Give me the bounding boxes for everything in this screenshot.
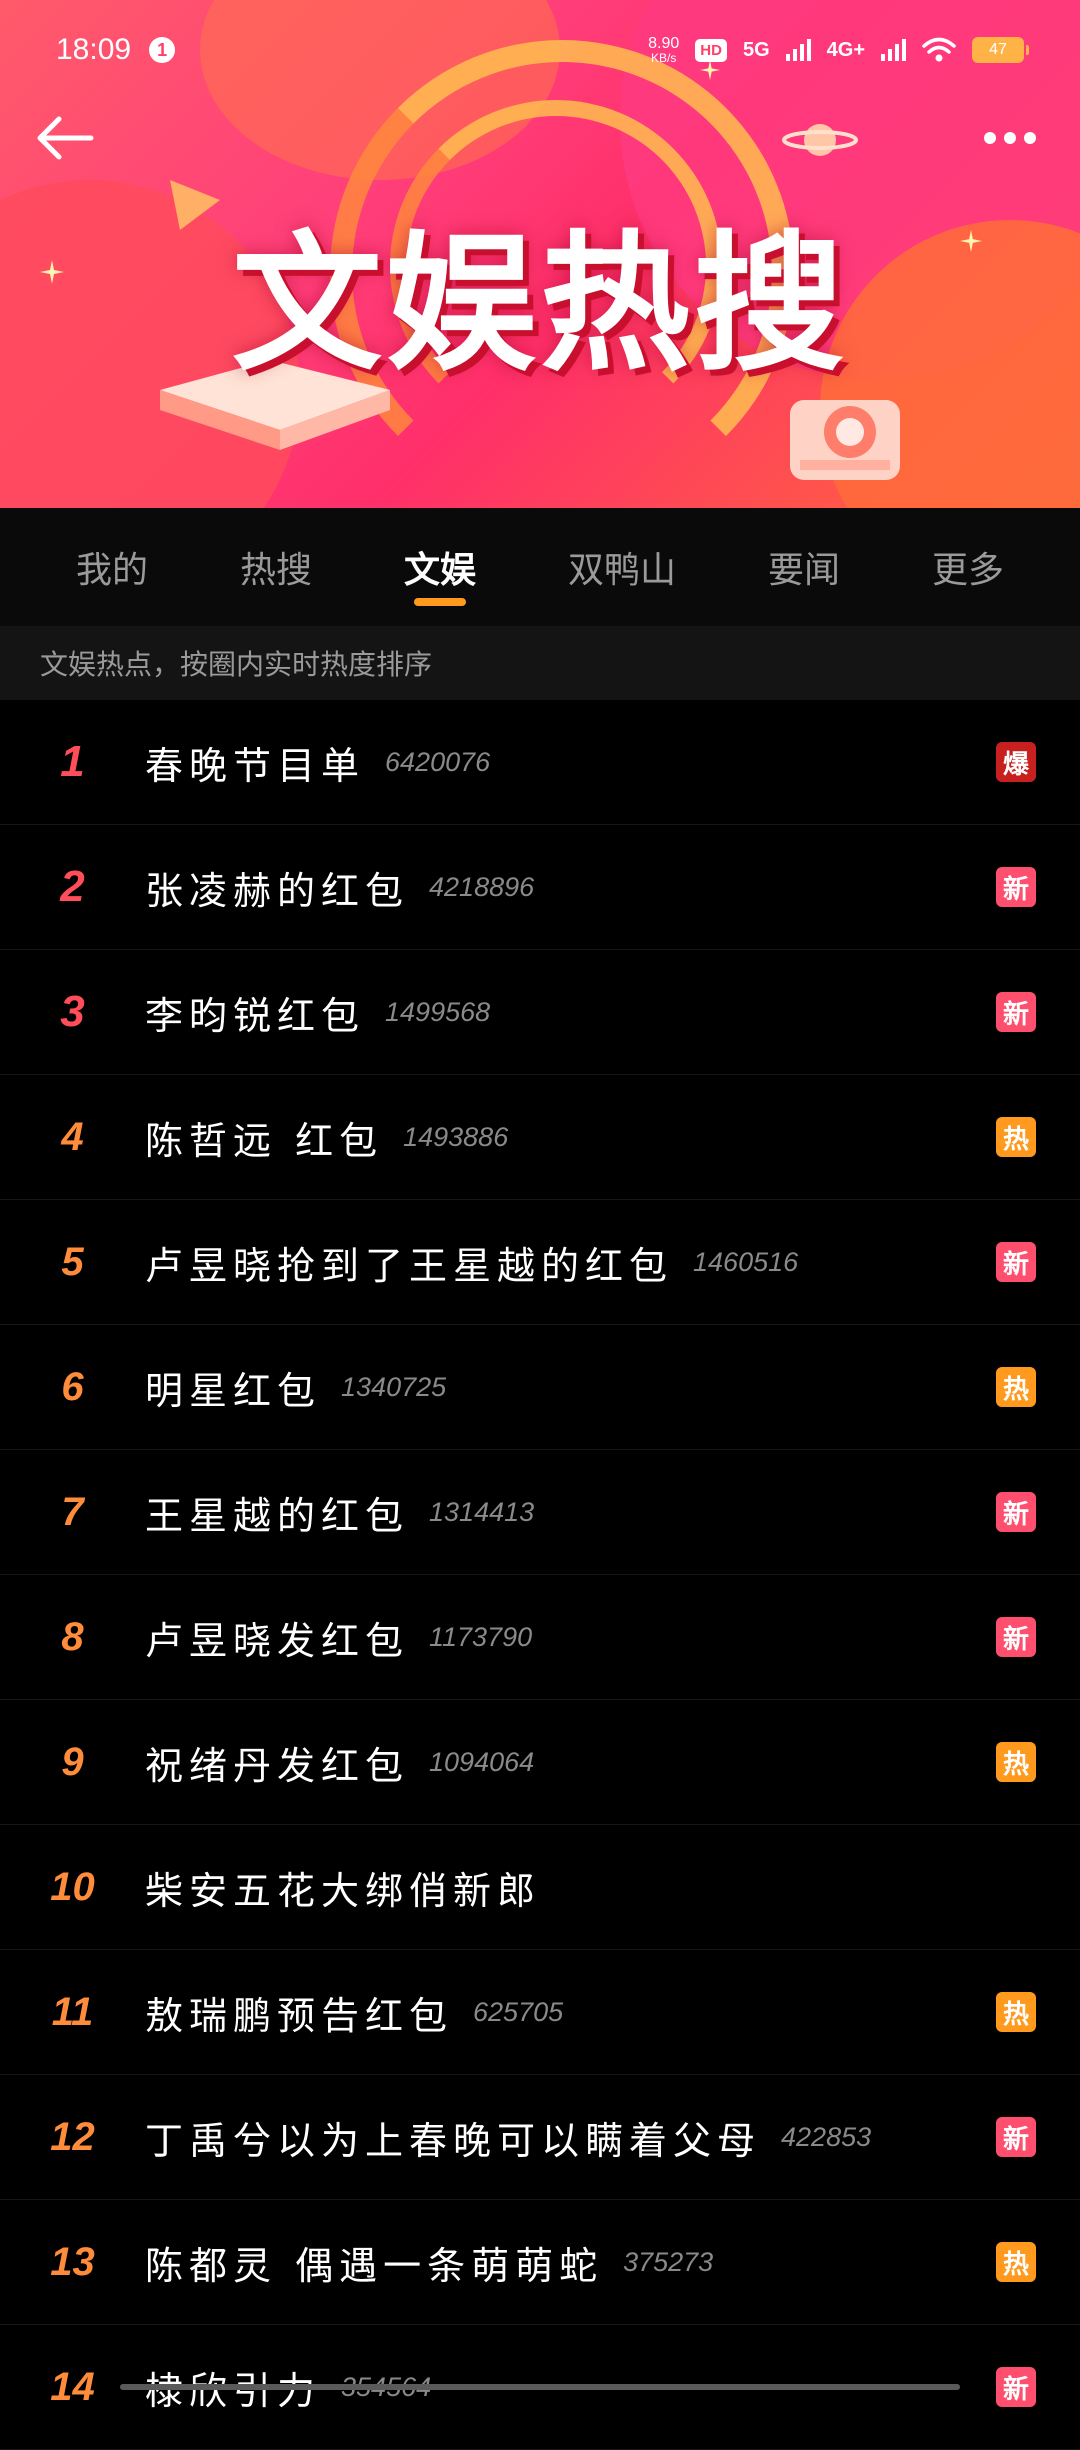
list-item[interactable]: 13 陈都灵 偶遇一条萌萌蛇 375273 热 xyxy=(0,2200,1080,2325)
tab-bar: 我的 热搜 文娱 双鸭山 要闻 更多 xyxy=(0,508,1080,626)
item-title: 张凌赫的红包 xyxy=(145,868,410,913)
item-title: 春晚节目单 xyxy=(145,743,366,788)
tab-entertainment[interactable]: 文娱 xyxy=(394,508,486,626)
badge-hot: 热 xyxy=(996,1117,1036,1157)
hd-icon: HD xyxy=(695,38,727,62)
list-item[interactable]: 1 春晚节目单 6420076 爆 xyxy=(0,700,1080,825)
home-indicator[interactable] xyxy=(120,2384,960,2390)
battery-icon: 47 xyxy=(972,37,1029,63)
badge-new: 新 xyxy=(996,992,1036,1032)
dot-icon xyxy=(1024,132,1036,144)
item-title: 卢昱晓发红包 xyxy=(145,1618,410,1663)
rank-number: 9 xyxy=(61,1739,84,1784)
item-title: 王星越的红包 xyxy=(145,1493,410,1538)
rank-number: 4 xyxy=(61,1114,84,1159)
list-item[interactable]: 2 张凌赫的红包 4218896 新 xyxy=(0,825,1080,950)
item-title: 陈都灵 偶遇一条萌萌蛇 xyxy=(145,2243,604,2288)
back-button[interactable] xyxy=(30,108,100,168)
badge-new: 新 xyxy=(996,2117,1036,2157)
list-item[interactable]: 8 卢昱晓发红包 1173790 新 xyxy=(0,1575,1080,1700)
dot-icon xyxy=(1004,132,1016,144)
badge-hot: 热 xyxy=(996,1367,1036,1407)
rank-number: 12 xyxy=(50,2114,95,2159)
signal-5g-label: 5G xyxy=(742,38,770,61)
item-title: 柴安五花大绑俏新郎 xyxy=(145,1868,542,1913)
net-speed: 8.90 KB/s xyxy=(648,35,680,65)
heat-count: 422853 xyxy=(781,2121,872,2152)
heat-count: 1499568 xyxy=(385,996,491,1027)
list-item[interactable]: 5 卢昱晓抢到了王星越的红包 1460516 新 xyxy=(0,1200,1080,1325)
list-item[interactable]: 12 丁禹兮以为上春晚可以瞒着父母 422853 新 xyxy=(0,2075,1080,2200)
dot-icon xyxy=(984,132,996,144)
list-item[interactable]: 7 王星越的红包 1314413 新 xyxy=(0,1450,1080,1575)
heat-count: 1094064 xyxy=(429,1746,535,1777)
notification-badge: 1 xyxy=(149,37,176,63)
rank-number: 1 xyxy=(60,737,85,786)
tab-more[interactable]: 更多 xyxy=(922,508,1014,626)
list-item[interactable]: 6 明星红包 1340725 热 xyxy=(0,1325,1080,1450)
status-bar: 18:09 1 8.90 KB/s HD 5G 4G+ 47 xyxy=(0,0,1080,100)
heat-count: 1314413 xyxy=(429,1496,535,1527)
rank-number: 13 xyxy=(50,2239,95,2284)
list-item[interactable]: 11 敖瑞鹏预告红包 625705 热 xyxy=(0,1950,1080,2075)
tab-hot-search[interactable]: 热搜 xyxy=(230,508,322,626)
banner-title: 文娱热搜 xyxy=(231,218,848,392)
badge-hot: 热 xyxy=(996,1992,1036,2032)
heat-count: 625705 xyxy=(473,1996,564,2027)
hot-search-list: 1 春晚节目单 6420076 爆 2 张凌赫的红包 4218896 新 3 李… xyxy=(0,700,1080,2450)
badge-new: 新 xyxy=(996,1492,1036,1532)
item-title: 明星红包 xyxy=(145,1368,322,1413)
status-time: 18:09 xyxy=(56,33,132,66)
heat-count: 375273 xyxy=(623,2246,714,2277)
rank-number: 2 xyxy=(60,862,85,911)
planet-icon xyxy=(782,124,858,156)
signal-4g-label: 4G+ xyxy=(826,38,865,61)
list-item[interactable]: 3 李昀锐红包 1499568 新 xyxy=(0,950,1080,1075)
list-item[interactable]: 4 陈哲远 红包 1493886 热 xyxy=(0,1075,1080,1200)
badge-new: 新 xyxy=(996,2367,1036,2407)
badge-new: 新 xyxy=(996,1617,1036,1657)
badge-explosive: 爆 xyxy=(996,742,1036,782)
list-item[interactable]: 10 柴安五花大绑俏新郎 xyxy=(0,1825,1080,1950)
list-description: 文娱热点，按圈内实时热度排序 xyxy=(0,626,1080,700)
item-title: 丁禹兮以为上春晚可以瞒着父母 xyxy=(145,2118,762,2163)
hero-banner: 18:09 1 8.90 KB/s HD 5G 4G+ 47 文娱热搜 xyxy=(0,0,1080,508)
rank-number: 8 xyxy=(61,1614,84,1659)
rank-number: 11 xyxy=(51,1989,94,2034)
rank-number: 6 xyxy=(61,1364,84,1409)
heat-count: 6420076 xyxy=(385,746,491,777)
heat-count: 1493886 xyxy=(403,1121,509,1152)
heat-count: 4218896 xyxy=(429,871,535,902)
tab-mine[interactable]: 我的 xyxy=(66,508,158,626)
rank-number: 5 xyxy=(61,1239,84,1284)
item-title: 李昀锐红包 xyxy=(145,993,366,1038)
signal-bars-icon xyxy=(881,39,906,61)
wifi-icon xyxy=(922,37,956,62)
item-title: 祝绪丹发红包 xyxy=(145,1743,410,1788)
list-item[interactable]: 9 祝绪丹发红包 1094064 热 xyxy=(0,1700,1080,1825)
heat-count: 1173790 xyxy=(429,1621,533,1652)
badge-new: 新 xyxy=(996,1242,1036,1282)
item-title: 敖瑞鹏预告红包 xyxy=(145,1993,454,2038)
rank-number: 10 xyxy=(50,1864,95,1909)
signal-bars-icon xyxy=(785,39,811,61)
item-title: 卢昱晓抢到了王星越的红包 xyxy=(145,1243,674,1288)
back-arrow-icon xyxy=(37,116,94,160)
item-title: 陈哲远 红包 xyxy=(145,1118,384,1163)
rank-number: 3 xyxy=(60,987,85,1036)
badge-hot: 热 xyxy=(996,1742,1036,1782)
badge-new: 新 xyxy=(996,867,1036,907)
tab-news[interactable]: 要闻 xyxy=(758,508,850,626)
heat-count: 1460516 xyxy=(693,1246,799,1277)
rank-number: 7 xyxy=(61,1489,84,1534)
heat-count: 1340725 xyxy=(341,1371,447,1402)
tab-shuangyashan[interactable]: 双鸭山 xyxy=(558,508,686,626)
more-options-button[interactable] xyxy=(970,108,1050,168)
badge-hot: 热 xyxy=(996,2242,1036,2282)
